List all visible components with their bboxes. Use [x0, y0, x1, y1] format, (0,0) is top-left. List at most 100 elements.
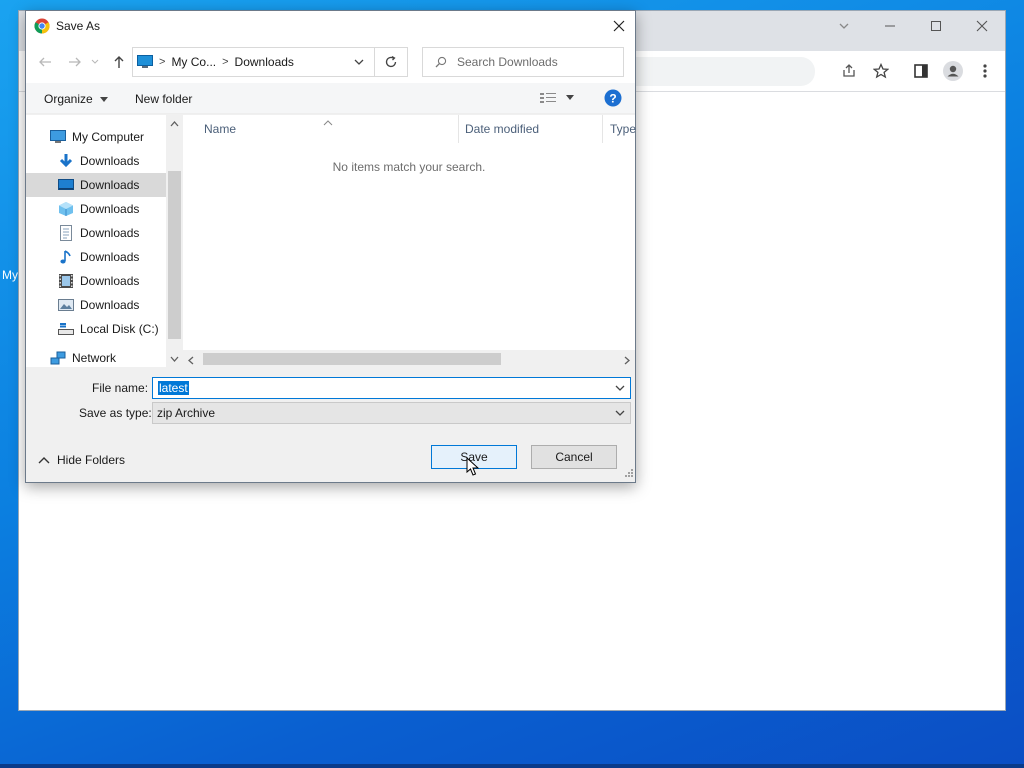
tree-item-label: Downloads	[80, 178, 140, 192]
refresh-button[interactable]	[375, 47, 408, 77]
video-icon	[58, 273, 74, 289]
navigation-tree: My Computer Downloads Downloads Download…	[26, 115, 166, 367]
minimize-icon[interactable]	[867, 11, 913, 41]
tree-item-videos[interactable]: Downloads	[26, 269, 166, 293]
save-type-value: zip Archive	[157, 406, 216, 420]
column-header-date-modified[interactable]: Date modified	[465, 115, 539, 143]
drive-icon	[58, 321, 74, 337]
bookmark-star-icon[interactable]	[869, 59, 893, 83]
breadcrumb-item[interactable]: My Co...	[171, 55, 216, 69]
tree-item-documents[interactable]: Downloads	[26, 221, 166, 245]
tree-item-label: My Computer	[72, 130, 145, 144]
column-header-name[interactable]: Name	[204, 115, 236, 143]
tree-item-3d-objects[interactable]: Downloads	[26, 197, 166, 221]
refresh-icon	[384, 55, 398, 69]
save-type-select[interactable]: zip Archive	[152, 402, 631, 424]
dialog-title: Save As	[56, 19, 101, 33]
dialog-titlebar: Save As	[26, 11, 635, 41]
picture-icon	[58, 297, 74, 313]
tree-scrollbar[interactable]	[166, 115, 183, 367]
download-arrow-icon	[58, 153, 74, 169]
organize-dropdown-icon	[100, 97, 109, 102]
tree-item-label: Network	[72, 351, 117, 365]
scroll-up-icon[interactable]	[166, 115, 183, 132]
more-menu-icon[interactable]	[973, 59, 997, 83]
taskbar	[0, 764, 1024, 768]
maximize-icon[interactable]	[913, 11, 959, 41]
share-icon[interactable]	[837, 59, 861, 83]
network-icon	[50, 350, 66, 366]
document-icon	[58, 225, 74, 241]
tab-search-icon[interactable]	[821, 11, 867, 41]
tree-item-network[interactable]: Network	[26, 349, 166, 367]
svg-text:?: ?	[609, 92, 616, 106]
tree-scrollbar-thumb[interactable]	[168, 171, 181, 339]
hide-folders-label: Hide Folders	[57, 453, 126, 467]
save-type-dropdown-icon[interactable]	[614, 407, 626, 419]
mouse-cursor-icon	[466, 456, 480, 480]
browser-close-icon[interactable]	[959, 11, 1005, 41]
hide-folders-toggle[interactable]: Hide Folders	[38, 453, 125, 467]
column-divider[interactable]	[602, 115, 603, 143]
tree-item-label: Downloads	[80, 298, 140, 312]
file-list: Name Date modified Type No items match y…	[183, 115, 636, 367]
tree-item-my-computer[interactable]: My Computer	[26, 125, 166, 149]
tree-item-label: Downloads	[80, 250, 140, 264]
save-type-label: Save as type:	[79, 406, 152, 420]
computer-icon	[50, 129, 66, 145]
file-name-label: File name:	[92, 381, 149, 395]
scroll-right-icon[interactable]	[624, 354, 630, 368]
organize-menu[interactable]: Organize	[44, 92, 109, 106]
search-input[interactable]: Search Downloads	[422, 47, 624, 77]
command-bar: Organize New folder ?	[26, 83, 635, 114]
desktop-label-partial: My	[2, 268, 18, 282]
music-icon	[58, 249, 74, 265]
new-folder-button[interactable]: New folder	[135, 92, 192, 106]
profile-avatar-icon[interactable]	[941, 59, 965, 83]
tree-item-local-disk[interactable]: Local Disk (C:)	[26, 317, 166, 341]
file-list-hscrollbar[interactable]	[183, 350, 635, 367]
breadcrumb-separator-icon: >	[159, 56, 166, 68]
empty-message: No items match your search.	[332, 160, 486, 174]
address-dropdown-icon[interactable]	[354, 58, 364, 66]
resize-grip-icon[interactable]	[623, 466, 633, 480]
navigation-bar: > My Co... > Downloads Search Downloads	[26, 41, 635, 83]
cancel-button[interactable]: Cancel	[531, 445, 617, 469]
side-panel-icon[interactable]	[909, 59, 933, 83]
tree-item-desktop[interactable]: Downloads	[26, 173, 166, 197]
browser-pane: My Computer Downloads Downloads Download…	[26, 115, 636, 367]
file-name-input[interactable]: latest	[152, 377, 631, 399]
tree-item-label: Downloads	[80, 274, 140, 288]
computer-icon	[137, 55, 153, 69]
forward-arrow-icon[interactable]	[66, 53, 84, 71]
tree-item-label: Downloads	[80, 154, 140, 168]
file-name-value: latest	[158, 381, 189, 395]
scroll-left-icon[interactable]	[188, 354, 194, 368]
desktop-icon	[58, 177, 74, 193]
sort-indicator-icon	[323, 115, 333, 129]
file-name-dropdown-icon[interactable]	[614, 382, 626, 394]
column-divider[interactable]	[458, 115, 459, 143]
breadcrumb[interactable]: > My Co... > Downloads	[132, 47, 375, 77]
chevron-up-icon	[38, 457, 50, 464]
organize-label: Organize	[44, 92, 93, 106]
column-header-type[interactable]: Type	[610, 115, 636, 143]
help-icon[interactable]: ?	[604, 89, 622, 110]
scroll-down-icon[interactable]	[166, 350, 183, 367]
tree-item-music[interactable]: Downloads	[26, 245, 166, 269]
3d-objects-icon	[58, 201, 74, 217]
up-arrow-icon[interactable]	[110, 53, 128, 71]
breadcrumb-separator-icon: >	[222, 56, 229, 68]
breadcrumb-item[interactable]: Downloads	[235, 55, 294, 69]
view-options-icon[interactable]	[540, 92, 574, 104]
tree-item-label: Local Disk (C:)	[80, 322, 159, 336]
search-placeholder: Search Downloads	[457, 55, 558, 69]
tree-item-downloads[interactable]: Downloads	[26, 149, 166, 173]
tree-item-label: Downloads	[80, 226, 140, 240]
tree-item-pictures[interactable]: Downloads	[26, 293, 166, 317]
back-arrow-icon[interactable]	[36, 53, 54, 71]
search-icon	[435, 56, 447, 68]
hscrollbar-thumb[interactable]	[203, 353, 501, 365]
recent-locations-icon[interactable]	[90, 53, 100, 71]
dialog-close-icon[interactable]	[603, 11, 635, 41]
